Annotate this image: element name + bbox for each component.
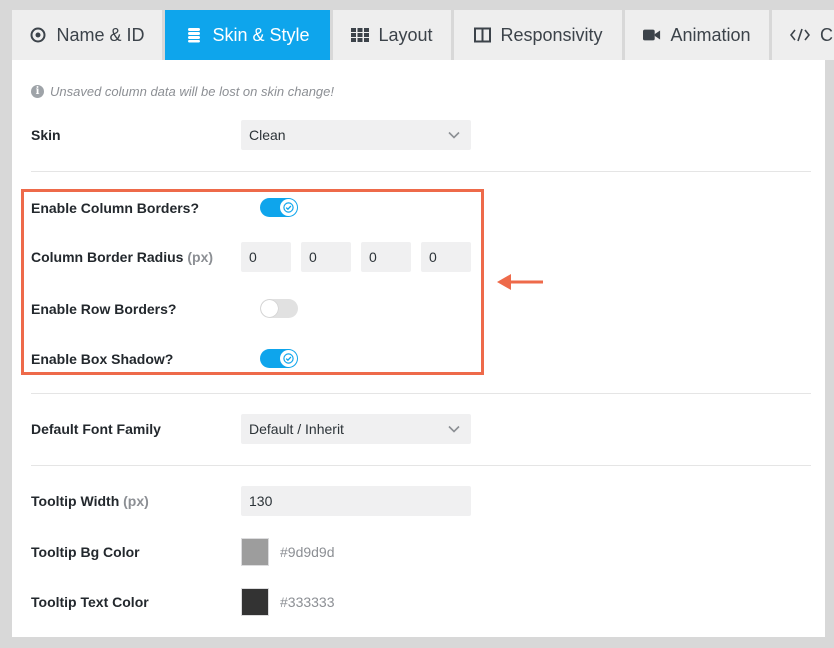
font-family-select[interactable]: Default / Inherit: [241, 414, 471, 444]
layers-icon: [185, 26, 203, 44]
divider: [31, 393, 811, 394]
column-borders-toggle[interactable]: [260, 198, 298, 217]
border-radius-label: Column Border Radius (px): [31, 249, 213, 265]
tooltip-text-swatch[interactable]: [241, 588, 269, 616]
tab-bar: Name & ID Skin & Style Layout Responsivi…: [12, 10, 834, 60]
info-icon: i: [31, 85, 44, 98]
tooltip-text-row: Tooltip Text Color #333333: [31, 587, 801, 617]
box-shadow-label: Enable Box Shadow?: [31, 351, 174, 367]
tab-label: Responsivity: [500, 24, 603, 45]
tooltip-text-label: Tooltip Text Color: [31, 594, 149, 610]
column-borders-label: Enable Column Borders?: [31, 200, 200, 216]
chevron-down-icon: [448, 131, 460, 139]
divider: [31, 465, 811, 466]
arrow-left-icon: [497, 274, 543, 290]
radius-top-right-input[interactable]: 0: [301, 242, 351, 272]
tab-layout[interactable]: Layout: [333, 10, 451, 60]
settings-panel: i Unsaved column data will be lost on sk…: [12, 60, 825, 637]
tooltip-bg-label: Tooltip Bg Color: [31, 544, 140, 560]
border-radius-row: Column Border Radius (px) 0 0 0 0: [31, 242, 801, 272]
divider: [31, 171, 811, 172]
radius-bottom-left-input[interactable]: 0: [421, 242, 471, 272]
tab-label: Skin & Style: [212, 24, 310, 45]
column-borders-row: Enable Column Borders?: [31, 197, 801, 219]
notice-text: Unsaved column data will be lost on skin…: [50, 84, 334, 99]
radius-bottom-right-input[interactable]: 0: [361, 242, 411, 272]
tooltip-width-unit: (px): [123, 493, 149, 509]
video-camera-icon: [643, 26, 661, 44]
tooltip-width-row: Tooltip Width (px) 130: [31, 486, 801, 516]
tab-label: Name & ID: [56, 24, 145, 45]
skin-change-notice: i Unsaved column data will be lost on sk…: [31, 84, 334, 99]
tab-responsivity[interactable]: Responsivity: [454, 10, 622, 60]
target-icon: [29, 26, 47, 44]
border-radius-label-text: Column Border Radius: [31, 249, 184, 265]
row-borders-row: Enable Row Borders?: [31, 298, 801, 320]
toggle-knob: [280, 199, 297, 216]
tab-label: Layout: [378, 24, 433, 45]
tooltip-bg-swatch[interactable]: [241, 538, 269, 566]
check-icon: [283, 202, 294, 213]
tab-animation[interactable]: Animation: [625, 10, 769, 60]
tooltip-width-label-text: Tooltip Width: [31, 493, 120, 509]
toggle-knob: [261, 300, 278, 317]
tooltip-width-label: Tooltip Width (px): [31, 493, 149, 509]
box-shadow-row: Enable Box Shadow?: [31, 348, 801, 370]
code-icon: [789, 26, 811, 44]
grid-icon: [351, 26, 370, 44]
font-family-value: Default / Inherit: [249, 421, 344, 437]
check-icon: [283, 353, 294, 364]
tab-skin-style[interactable]: Skin & Style: [165, 10, 330, 60]
columns-icon: [473, 26, 491, 44]
radius-top-left-input[interactable]: 0: [241, 242, 291, 272]
skin-label: Skin: [31, 127, 61, 143]
tooltip-text-value: #333333: [280, 594, 335, 610]
skin-value: Clean: [249, 127, 286, 143]
tab-name-id[interactable]: Name & ID: [12, 10, 162, 60]
tab-label: Animation: [670, 24, 751, 45]
tab-code[interactable]: C: [772, 10, 834, 60]
tooltip-bg-value: #9d9d9d: [280, 544, 335, 560]
row-borders-toggle[interactable]: [260, 299, 298, 318]
tooltip-bg-row: Tooltip Bg Color #9d9d9d: [31, 537, 801, 567]
tab-label: C: [820, 24, 833, 45]
row-borders-label: Enable Row Borders?: [31, 301, 177, 317]
skin-select[interactable]: Clean: [241, 120, 471, 150]
skin-row: Skin Clean: [31, 120, 801, 150]
border-radius-unit: (px): [187, 249, 214, 265]
font-family-row: Default Font Family Default / Inherit: [31, 414, 801, 444]
tooltip-width-input[interactable]: 130: [241, 486, 471, 516]
font-family-label: Default Font Family: [31, 421, 161, 437]
chevron-down-icon: [448, 425, 460, 433]
toggle-knob: [280, 350, 297, 367]
box-shadow-toggle[interactable]: [260, 349, 298, 368]
